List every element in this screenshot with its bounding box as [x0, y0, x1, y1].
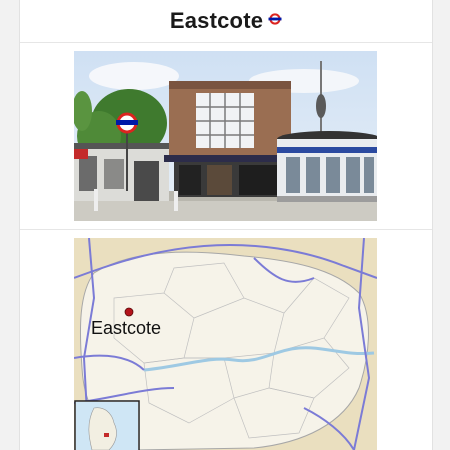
location-map[interactable]: Eastcote: [74, 238, 377, 450]
station-photo[interactable]: [72, 51, 381, 221]
location-dot-icon: [124, 307, 134, 317]
page-title: Eastcote: [169, 8, 264, 33]
title-row: Eastcote: [20, 0, 432, 43]
section-divider: [20, 229, 432, 230]
map-place-label: Eastcote: [91, 318, 162, 338]
london-underground-roundel-icon: [268, 12, 282, 30]
article-card: Eastcote Eastcote: [19, 0, 433, 450]
